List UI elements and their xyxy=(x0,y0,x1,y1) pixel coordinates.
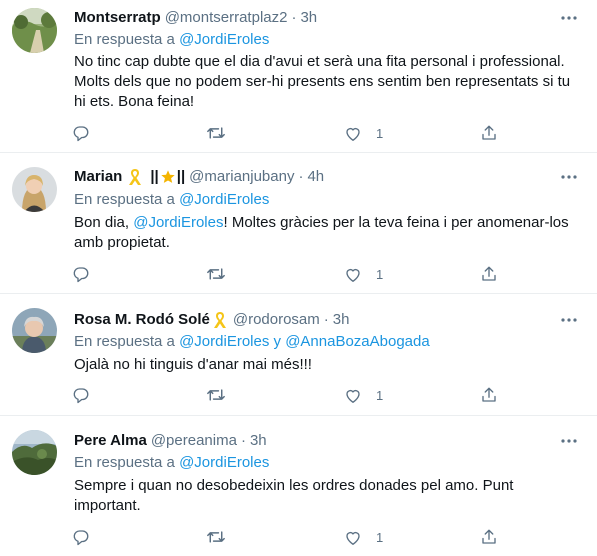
avatar[interactable] xyxy=(12,308,57,353)
more-icon[interactable] xyxy=(559,8,579,28)
user-handle[interactable]: @marianjubany xyxy=(189,167,294,187)
user-handle[interactable]: @montserratplaz2 xyxy=(165,8,288,28)
reply-context: En respuesta a @JordiEroles xyxy=(74,453,269,473)
tweet-actions: 1 xyxy=(64,259,504,289)
retweet-icon xyxy=(206,265,226,283)
tweet-actions: 1 xyxy=(64,522,504,552)
reply-prefix: En respuesta a xyxy=(74,333,175,350)
tweet[interactable]: Rosa M. Rodó Solé @rodorosam · 3h En res… xyxy=(0,294,597,416)
separator-dot: · xyxy=(323,311,329,328)
avatar[interactable] xyxy=(12,167,57,212)
reply-prefix: En respuesta a xyxy=(74,31,175,48)
like-count: 1 xyxy=(376,125,384,141)
name-bars: || xyxy=(150,168,159,185)
reply-icon xyxy=(72,386,90,404)
like-icon xyxy=(344,529,362,546)
tweet-header: Rosa M. Rodó Solé @rodorosam · 3h xyxy=(74,310,349,330)
timestamp[interactable]: 3h xyxy=(333,310,350,330)
avatar[interactable] xyxy=(12,8,57,53)
reply-mention-link[interactable]: @AnnaBozaAbogada xyxy=(285,333,430,350)
retweet-button[interactable] xyxy=(206,259,226,289)
like-button[interactable]: 1 xyxy=(344,380,383,410)
share-button[interactable] xyxy=(480,380,498,410)
tweet-replies-feed: Montserratp @montserratplaz2 · 3h En res… xyxy=(0,0,597,556)
reply-icon xyxy=(72,528,90,546)
reply-button[interactable] xyxy=(72,259,90,289)
like-count: 1 xyxy=(376,387,384,403)
display-name[interactable]: Rosa M. Rodó Solé xyxy=(74,310,210,330)
reply-context: En respuesta a @JordiEroles xyxy=(74,30,269,50)
retweet-icon xyxy=(206,386,226,404)
reply-and: y xyxy=(273,333,282,350)
share-button[interactable] xyxy=(480,259,498,289)
tweet-text: Sempre i quan no desobedeixin les ordres… xyxy=(74,477,514,514)
tweet-text-part: Bon dia, xyxy=(74,214,134,231)
retweet-icon xyxy=(206,528,226,546)
share-icon xyxy=(480,528,498,546)
reply-context: En respuesta a @JordiEroles xyxy=(74,190,269,210)
reply-mention-link[interactable]: @JordiEroles xyxy=(179,191,269,208)
retweet-button[interactable] xyxy=(206,118,226,148)
more-icon[interactable] xyxy=(559,431,579,451)
reply-mention-link[interactable]: @JordiEroles xyxy=(179,31,269,48)
like-button[interactable]: 1 xyxy=(344,522,383,552)
reply-prefix: En respuesta a xyxy=(74,454,175,471)
reply-icon xyxy=(72,124,90,142)
like-icon xyxy=(344,387,362,404)
yellow-ribbon-icon xyxy=(128,168,142,186)
retweet-icon xyxy=(206,124,226,142)
timestamp[interactable]: 4h xyxy=(307,167,324,187)
reply-icon xyxy=(72,265,90,283)
reply-context: En respuesta a @JordiEroles y @AnnaBozaA… xyxy=(74,332,430,352)
reply-button[interactable] xyxy=(72,380,90,410)
user-handle[interactable]: @rodorosam xyxy=(233,310,320,330)
user-handle[interactable]: @pereanima xyxy=(151,431,237,451)
tweet-header: Pere Alma @pereanima · 3h xyxy=(74,431,267,451)
more-icon[interactable] xyxy=(559,310,579,330)
like-button[interactable]: 1 xyxy=(344,259,383,289)
star-icon xyxy=(160,169,176,185)
tweet-text: Bon dia, @JordiEroles! Moltes gràcies pe… xyxy=(74,213,577,253)
display-name[interactable]: Pere Alma xyxy=(74,431,147,451)
tweet-header: Montserratp @montserratplaz2 · 3h xyxy=(74,8,317,28)
more-icon[interactable] xyxy=(559,167,579,187)
retweet-button[interactable] xyxy=(206,380,226,410)
tweet[interactable]: Pere Alma @pereanima · 3h En respuesta a… xyxy=(0,416,597,556)
reply-button[interactable] xyxy=(72,522,90,552)
tweet-text: No tinc cap dubte que el dia d'avui et s… xyxy=(74,53,571,110)
avatar[interactable] xyxy=(12,430,57,475)
like-count: 1 xyxy=(376,266,384,282)
reply-mention-link[interactable]: @JordiEroles xyxy=(179,333,269,350)
tweet-actions: 1 xyxy=(64,118,504,148)
share-button[interactable] xyxy=(480,118,498,148)
separator-dot: · xyxy=(291,9,297,26)
separator-dot: · xyxy=(298,168,304,185)
timestamp[interactable]: 3h xyxy=(300,8,317,28)
display-name[interactable]: Montserratp xyxy=(74,8,161,28)
yellow-ribbon-icon xyxy=(213,311,227,329)
mention-link[interactable]: @JordiEroles xyxy=(133,214,223,231)
retweet-button[interactable] xyxy=(206,522,226,552)
like-button[interactable]: 1 xyxy=(344,118,383,148)
reply-mention-link[interactable]: @JordiEroles xyxy=(179,454,269,471)
share-icon xyxy=(480,265,498,283)
tweet-actions: 1 xyxy=(64,380,504,410)
display-name[interactable]: Marian xyxy=(74,167,122,187)
share-icon xyxy=(480,124,498,142)
tweet[interactable]: Montserratp @montserratplaz2 · 3h En res… xyxy=(0,0,597,153)
tweet-text: Ojalà no hi tinguis d'anar mai més!!! xyxy=(74,356,312,373)
timestamp[interactable]: 3h xyxy=(250,431,267,451)
share-icon xyxy=(480,386,498,404)
share-button[interactable] xyxy=(480,522,498,552)
tweet[interactable]: Marian || || @marianjubany · 4h En respu… xyxy=(0,153,597,294)
separator-dot: · xyxy=(240,432,246,449)
tweet-header: Marian || || @marianjubany · 4h xyxy=(74,167,324,187)
name-bars: || xyxy=(176,168,186,185)
like-icon xyxy=(344,266,362,283)
reply-prefix: En respuesta a xyxy=(74,191,175,208)
reply-button[interactable] xyxy=(72,118,90,148)
like-count: 1 xyxy=(376,529,384,545)
like-icon xyxy=(344,125,362,142)
